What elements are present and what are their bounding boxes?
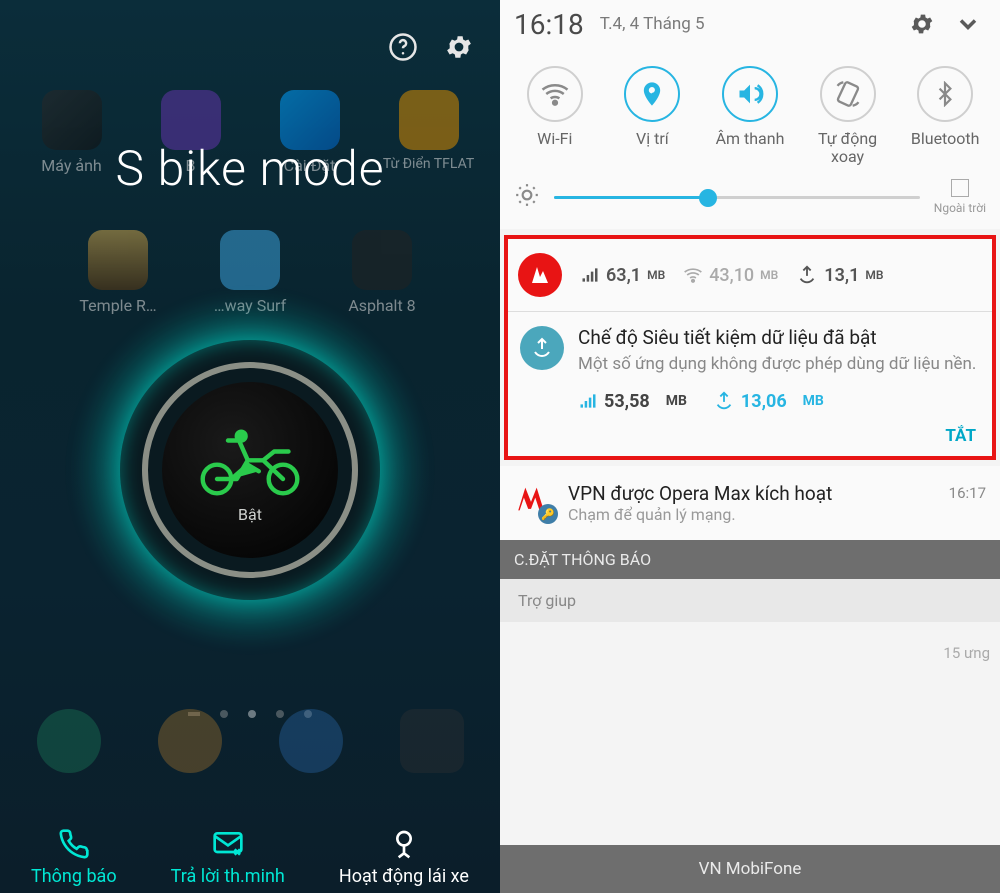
right-phone-screen: 16:18 T.4, 4 Tháng 5 Wi-Fi Vị trí Âm tha… — [500, 0, 1000, 893]
carrier-label: VN MobiFone — [500, 845, 1000, 893]
page-title: S bike mode — [0, 140, 500, 197]
tab-driving-activity[interactable]: Hoạt động lái xe — [339, 828, 469, 887]
left-phone-screen: Máy ảnh B Cài Đặt Từ Điển TFLAT S bike m… — [0, 0, 500, 893]
notification-subtitle: Chạm để quản lý mạng. — [568, 505, 935, 524]
dock-icon[interactable] — [37, 709, 101, 773]
brightness-icon — [514, 182, 540, 212]
bottom-tabs: Thông báo Trả lời th.minh Hoạt động lái … — [0, 828, 500, 887]
stat-saved: 13,1MB — [796, 264, 883, 286]
toggle-label: Bật — [238, 505, 262, 524]
turn-off-button[interactable]: TẮT — [508, 420, 992, 456]
tab-label: Thông báo — [31, 866, 117, 887]
data-saver-icon — [520, 326, 564, 370]
toggle-location[interactable]: Vị trí — [607, 66, 697, 165]
tab-smart-reply[interactable]: Trả lời th.minh — [171, 828, 285, 887]
brightness-slider[interactable] — [554, 185, 920, 209]
stat-saved-large: 13,06 MB — [713, 390, 824, 412]
notification-subtitle: Một số ứng dụng không được phép dùng dữ … — [578, 353, 980, 376]
tab-label: Trả lời th.minh — [171, 866, 285, 887]
toggle-sound[interactable]: Âm thanh — [705, 66, 795, 165]
notification-time: 16:17 — [949, 484, 986, 502]
expand-chevron-icon[interactable] — [950, 6, 986, 42]
help-icon[interactable] — [384, 28, 422, 66]
settings-gear-icon[interactable] — [904, 6, 940, 42]
tab-notifications[interactable]: Thông báo — [31, 828, 117, 887]
auto-brightness-checkbox[interactable]: Ngoài trời — [934, 179, 986, 215]
notification-settings-link[interactable]: C.ĐẶT THÔNG BÁO — [500, 540, 1000, 579]
dock-icon[interactable] — [158, 709, 222, 773]
home-dock — [0, 709, 500, 773]
notification-title: Chế độ Siêu tiết kiệm dữ liệu đã bật — [578, 326, 980, 349]
brightness-slider-row: Ngoài trời — [500, 171, 1000, 229]
notification-title: VPN được Opera Max kích hoạt — [568, 482, 935, 505]
clock-date: T.4, 4 Tháng 5 — [600, 14, 705, 34]
bike-mode-toggle-button[interactable]: Bật — [100, 320, 400, 620]
notification-vpn[interactable]: 🔑 VPN được Opera Max kích hoạt Chạm để q… — [500, 466, 1000, 540]
opera-max-icon — [518, 253, 562, 297]
dock-icon[interactable] — [279, 709, 343, 773]
toggle-bluetooth[interactable]: Bluetooth — [900, 66, 990, 165]
data-summary-row[interactable]: 63,1MB 43,10MB 13,1MB — [508, 239, 992, 312]
app-icon[interactable]: Temple R… — [63, 230, 173, 315]
settings-gear-icon[interactable] — [440, 28, 478, 66]
opera-vpn-icon: 🔑 — [514, 482, 554, 522]
toggle-autorotate[interactable]: Tự động xoay — [803, 66, 893, 165]
stat-mobile-large: 53,58 MB — [578, 390, 687, 412]
highlighted-notifications: 63,1MB 43,10MB 13,1MB Chế độ Siêu tiết k… — [504, 235, 996, 460]
motorcycle-icon — [195, 417, 305, 497]
stat-wifi: 43,10MB — [683, 265, 778, 286]
tab-label: Hoạt động lái xe — [339, 866, 469, 887]
toggle-wifi[interactable]: Wi-Fi — [510, 66, 600, 165]
dock-icon[interactable] — [400, 709, 464, 773]
background-text: 15 ưng — [943, 644, 990, 662]
background-text: Trợ giup — [500, 579, 1000, 622]
notification-data-saver[interactable]: Chế độ Siêu tiết kiệm dữ liệu đã bật Một… — [508, 312, 992, 420]
stat-mobile: 63,1MB — [580, 265, 665, 286]
app-icon[interactable]: Asphalt 8 — [327, 230, 437, 315]
quick-settings-header: 16:18 T.4, 4 Tháng 5 — [500, 0, 1000, 48]
quick-toggles: Wi-Fi Vị trí Âm thanh Tự động xoay Bluet… — [500, 48, 1000, 171]
clock-time: 16:18 — [514, 8, 584, 41]
